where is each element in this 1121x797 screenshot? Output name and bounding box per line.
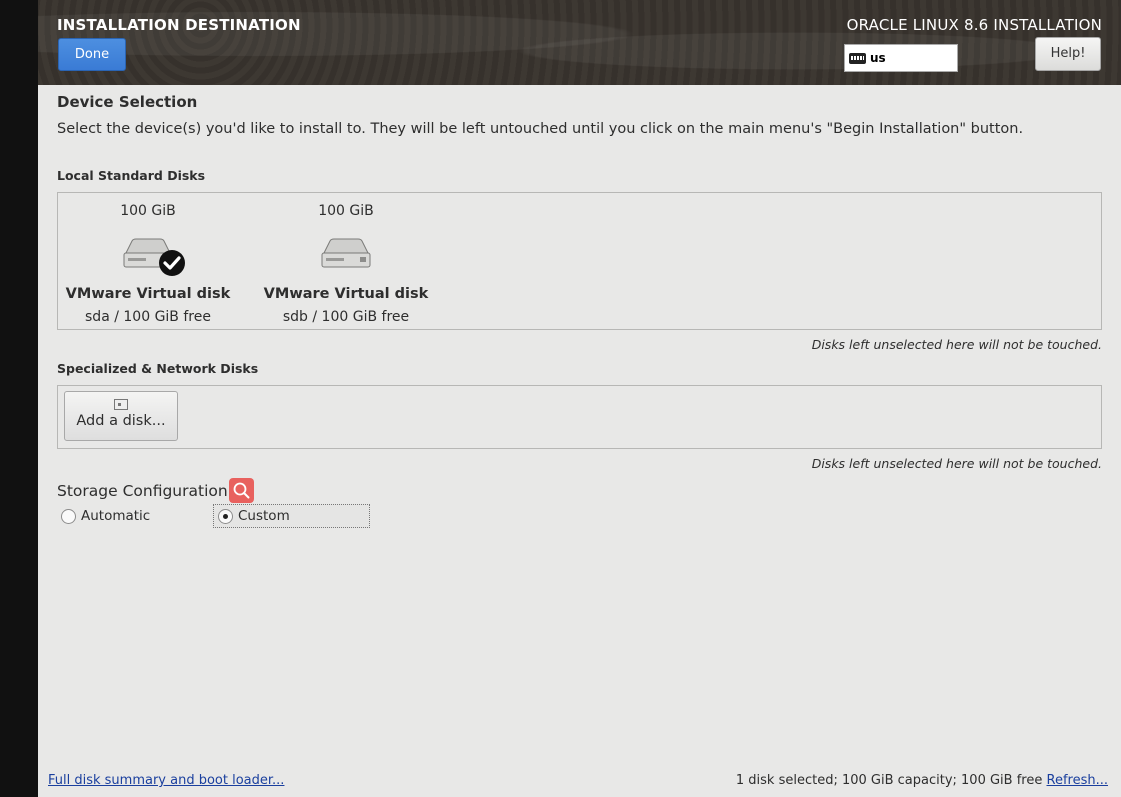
product-name: ORACLE LINUX 8.6 INSTALLATION bbox=[846, 16, 1102, 34]
help-button[interactable]: Help! bbox=[1035, 37, 1101, 71]
refresh-link[interactable]: Refresh... bbox=[1047, 773, 1109, 788]
hard-disk-icon bbox=[59, 235, 237, 277]
keyboard-layout-label: us bbox=[870, 51, 886, 65]
radio-automatic[interactable]: Automatic bbox=[61, 508, 150, 524]
radio-circle-icon bbox=[61, 508, 76, 524]
status-text: 1 disk selected; 100 GiB capacity; 100 G… bbox=[735, 773, 1043, 788]
disk-summary-link[interactable]: Full disk summary and boot loader... bbox=[48, 773, 284, 788]
selection-status: 1 disk selected; 100 GiB capacity; 100 G… bbox=[736, 773, 1108, 788]
disk-name: VMware Virtual disk bbox=[263, 286, 429, 302]
add-disk-label: Add a disk... bbox=[76, 413, 166, 429]
radio-custom[interactable]: Custom bbox=[218, 508, 290, 524]
local-disks-note: Disks left unselected here will not be t… bbox=[811, 337, 1102, 352]
device-selection-description: Select the device(s) you'd like to insta… bbox=[57, 121, 1024, 137]
left-black-border bbox=[0, 0, 38, 797]
page-title: INSTALLATION DESTINATION bbox=[57, 16, 301, 34]
disk-size: 100 GiB bbox=[318, 203, 374, 219]
keyboard-icon bbox=[849, 52, 866, 64]
radio-label: Automatic bbox=[81, 508, 151, 524]
device-selection-title: Device Selection bbox=[57, 93, 198, 111]
disk-device-free: sdb / 100 GiB free bbox=[282, 309, 410, 325]
keyboard-layout-indicator[interactable]: us bbox=[844, 44, 958, 72]
done-button[interactable]: Done bbox=[58, 38, 126, 71]
radio-label: Custom bbox=[238, 508, 290, 524]
add-disk-button[interactable]: Add a disk... bbox=[64, 391, 178, 441]
local-disks-heading: Local Standard Disks bbox=[57, 168, 206, 183]
network-disks-panel bbox=[57, 385, 1102, 449]
search-badge bbox=[229, 478, 254, 503]
disk-device-free: sda / 100 GiB free bbox=[85, 309, 211, 325]
radio-selected-icon bbox=[218, 508, 233, 524]
search-icon bbox=[233, 482, 250, 499]
hard-disk-icon bbox=[257, 235, 435, 277]
disk-name: VMware Virtual disk bbox=[65, 286, 231, 302]
network-disks-note: Disks left unselected here will not be t… bbox=[811, 456, 1102, 471]
storage-config-title: Storage Configuration bbox=[57, 482, 228, 500]
disk-add-icon bbox=[114, 399, 128, 410]
installer-window: INSTALLATION DESTINATION Done ORACLE LIN… bbox=[38, 0, 1121, 797]
local-disks-panel: 100 GiB VMware Virtual disk sda / 100 Gi… bbox=[57, 192, 1102, 330]
disk-sda[interactable]: 100 GiB VMware Virtual disk sda / 100 Gi… bbox=[59, 193, 237, 325]
network-disks-heading: Specialized & Network Disks bbox=[57, 361, 259, 376]
disk-size: 100 GiB bbox=[120, 203, 176, 219]
selected-check-icon bbox=[159, 250, 185, 276]
disk-sdb[interactable]: 100 GiB VMware Virtual disk sdb / 100 Gi… bbox=[257, 193, 435, 325]
header-bar: INSTALLATION DESTINATION Done ORACLE LIN… bbox=[38, 0, 1121, 85]
